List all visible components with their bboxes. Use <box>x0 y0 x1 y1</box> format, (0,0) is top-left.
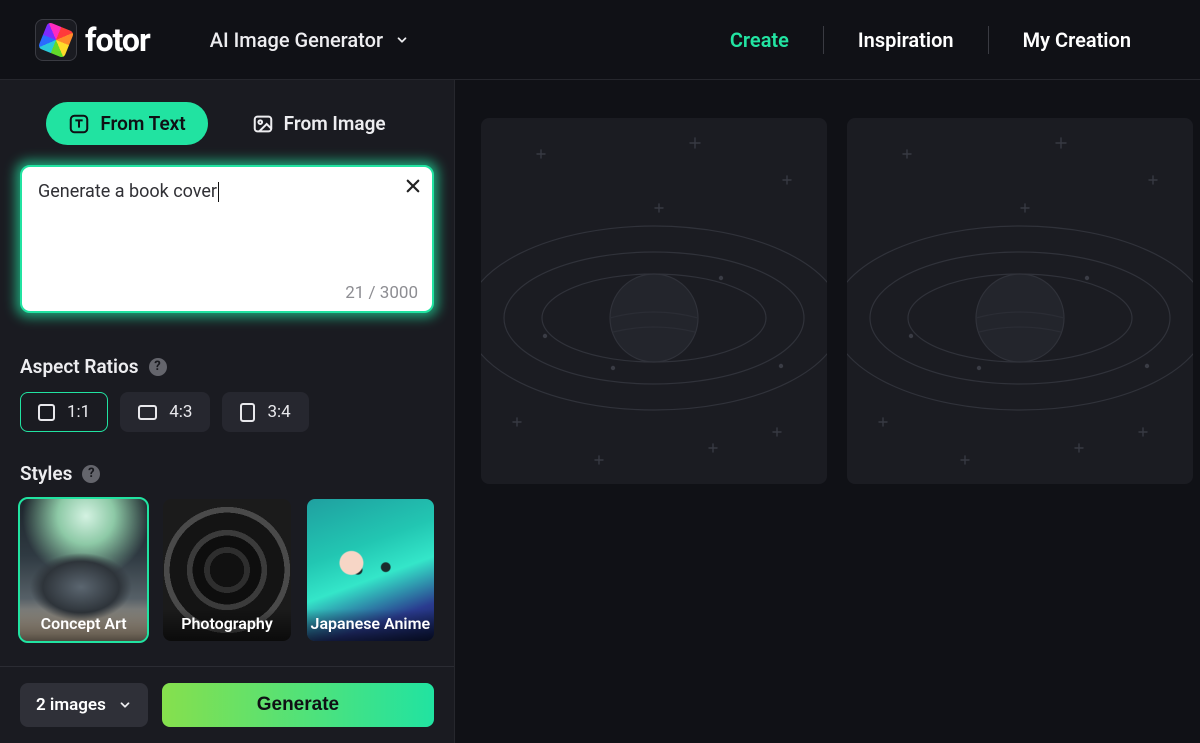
image-icon <box>252 113 274 135</box>
chevron-down-icon <box>118 698 132 712</box>
help-icon[interactable]: ? <box>149 358 167 376</box>
brand-logo[interactable]: fotor <box>35 19 150 61</box>
generate-button[interactable]: Generate <box>162 683 434 727</box>
help-icon[interactable]: ? <box>82 465 100 483</box>
prompt-text-value: Generate a book cover <box>38 181 217 202</box>
chevron-down-icon <box>395 33 409 47</box>
clear-prompt-button[interactable] <box>404 173 422 201</box>
styles-title: Styles ? <box>20 462 434 485</box>
preview-area <box>455 80 1200 743</box>
mode-from-image[interactable]: From Image <box>230 102 408 145</box>
ratio-shape-icon <box>138 405 157 420</box>
app-header: fotor AI Image Generator Create Inspirat… <box>0 0 1200 80</box>
input-mode-toggle: From Text From Image <box>20 102 434 145</box>
aspect-ratio-options: 1:1 4:3 3:4 <box>20 392 434 432</box>
text-caret <box>218 182 219 202</box>
prompt-wrap: Generate a book cover 21 / 3000 <box>20 165 434 313</box>
prompt-input[interactable]: Generate a book cover 21 / 3000 <box>20 165 434 313</box>
ratio-1-1[interactable]: 1:1 <box>20 392 108 432</box>
nav-my-creation[interactable]: My Creation <box>989 28 1165 52</box>
brand-logo-icon <box>35 19 77 61</box>
style-options: Concept Art Photography Japanese Anime <box>20 499 434 641</box>
brand-name: fotor <box>85 21 150 59</box>
nav-create[interactable]: Create <box>696 28 823 52</box>
ratio-shape-icon <box>38 404 55 421</box>
ratio-4-3[interactable]: 4:3 <box>120 392 210 432</box>
mode-from-text[interactable]: From Text <box>46 102 207 145</box>
top-nav: Create Inspiration My Creation <box>696 20 1165 60</box>
preview-placeholder-1 <box>481 118 827 484</box>
control-sidebar: From Text From Image Generate a book cov… <box>0 80 455 743</box>
aspect-ratio-section: Aspect Ratios ? 1:1 4:3 3:4 <box>20 355 434 432</box>
preview-placeholder-2 <box>847 118 1193 484</box>
nav-inspiration[interactable]: Inspiration <box>824 28 988 52</box>
style-japanese-anime[interactable]: Japanese Anime <box>307 499 434 641</box>
tool-title: AI Image Generator <box>210 28 383 52</box>
char-counter: 21 / 3000 <box>345 283 418 303</box>
planet-placeholder-icon <box>481 118 827 484</box>
image-count-select[interactable]: 2 images <box>20 683 148 727</box>
text-icon <box>68 113 90 135</box>
ratio-3-4[interactable]: 3:4 <box>222 392 308 432</box>
ratio-shape-icon <box>240 403 255 422</box>
tool-title-dropdown[interactable]: AI Image Generator <box>210 28 409 52</box>
close-icon <box>404 177 422 195</box>
style-photography[interactable]: Photography <box>163 499 290 641</box>
sidebar-action-bar: 2 images Generate <box>0 666 454 743</box>
aspect-ratio-title: Aspect Ratios ? <box>20 355 434 378</box>
style-concept-art[interactable]: Concept Art <box>20 499 147 641</box>
planet-placeholder-icon <box>847 118 1193 484</box>
styles-section: Styles ? Concept Art Photography Japanes… <box>20 462 434 641</box>
